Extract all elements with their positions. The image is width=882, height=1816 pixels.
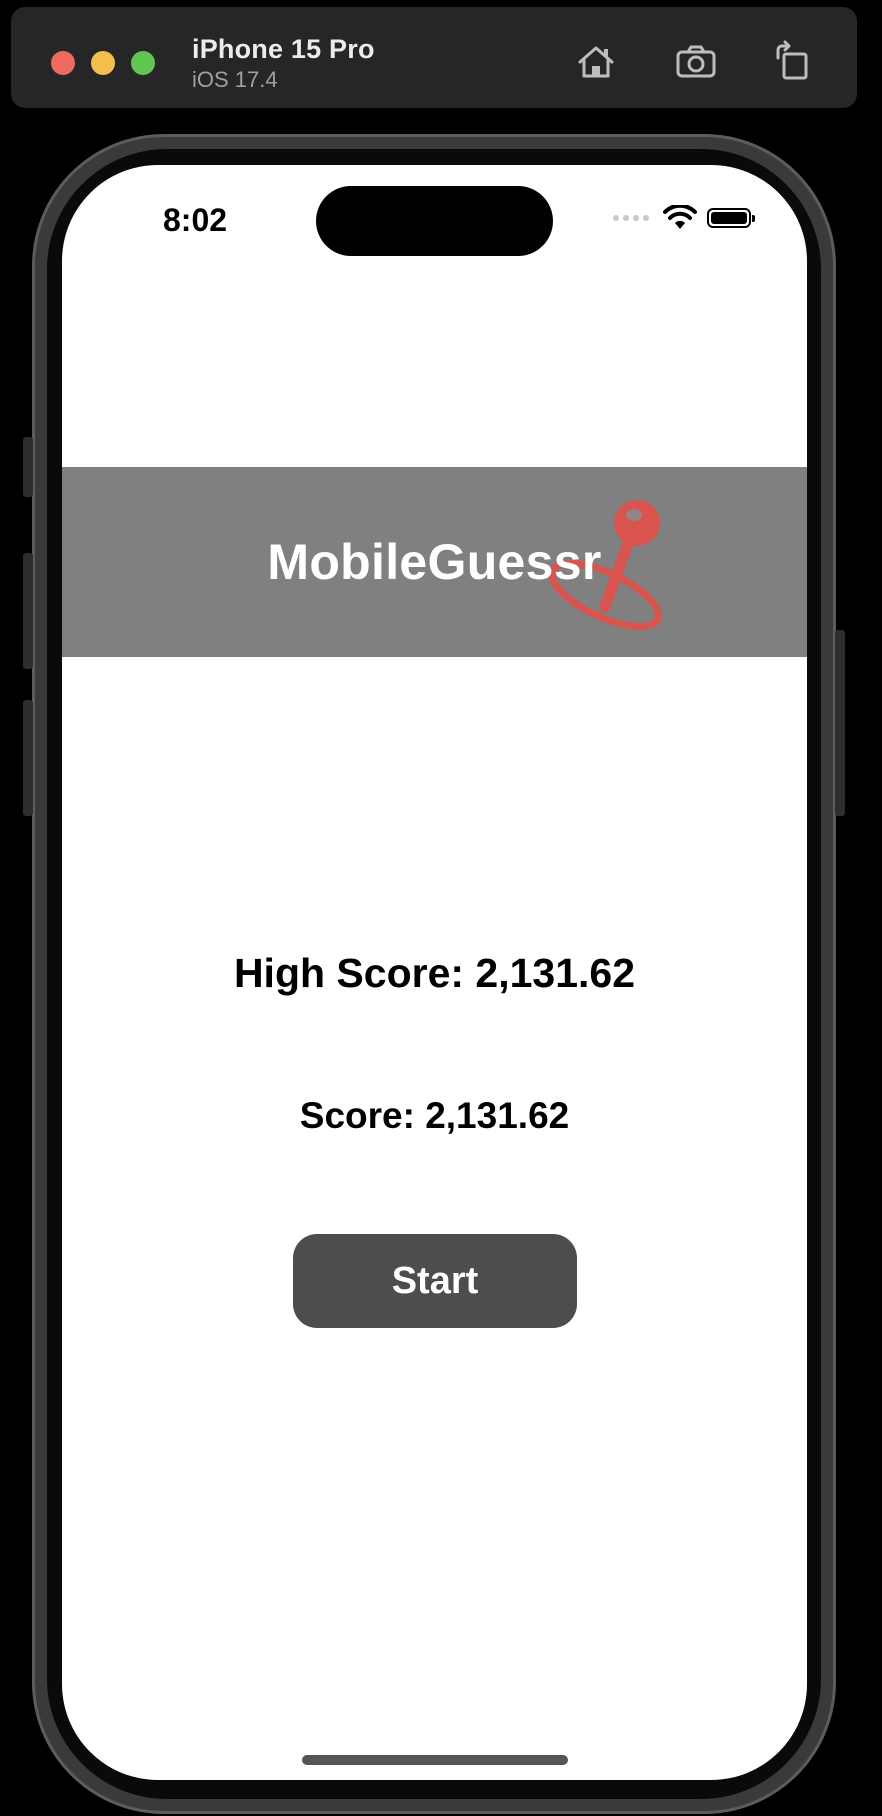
action-button[interactable] — [23, 437, 33, 497]
start-button[interactable]: Start — [293, 1234, 577, 1328]
high-score-label: High Score: 2,131.62 — [233, 950, 636, 996]
simulator-toolbar: iPhone 15 Pro iOS 17.4 — [11, 7, 857, 108]
device-name: iPhone 15 Pro — [192, 34, 375, 64]
battery-icon — [707, 208, 755, 228]
home-indicator[interactable] — [302, 1755, 568, 1765]
status-time: 8:02 — [163, 202, 228, 238]
zoom-window-button[interactable] — [131, 51, 155, 75]
home-icon — [578, 46, 614, 78]
os-version: iOS 17.4 — [192, 67, 278, 92]
signal-icon — [613, 215, 649, 221]
rotate-icon — [776, 40, 808, 80]
wifi-icon — [663, 205, 697, 229]
header-banner: MobileGuessr — [62, 467, 807, 657]
status-icons — [613, 205, 755, 231]
screenshot-icon — [676, 45, 716, 78]
app-title: MobileGuessr — [267, 534, 602, 590]
dynamic-island — [316, 186, 553, 256]
close-window-button[interactable] — [51, 51, 75, 75]
power-button[interactable] — [835, 630, 845, 816]
volume-up-button[interactable] — [23, 553, 33, 669]
score-label: Score: 2,131.62 — [299, 1095, 570, 1136]
screenshot-button[interactable] — [671, 37, 721, 87]
rotate-button[interactable] — [767, 37, 817, 87]
app-screen: 8:02 MobileGuessr High Score: 2,131.62 S… — [62, 165, 807, 1780]
minimize-window-button[interactable] — [91, 51, 115, 75]
home-button[interactable] — [571, 37, 621, 87]
volume-down-button[interactable] — [23, 700, 33, 816]
